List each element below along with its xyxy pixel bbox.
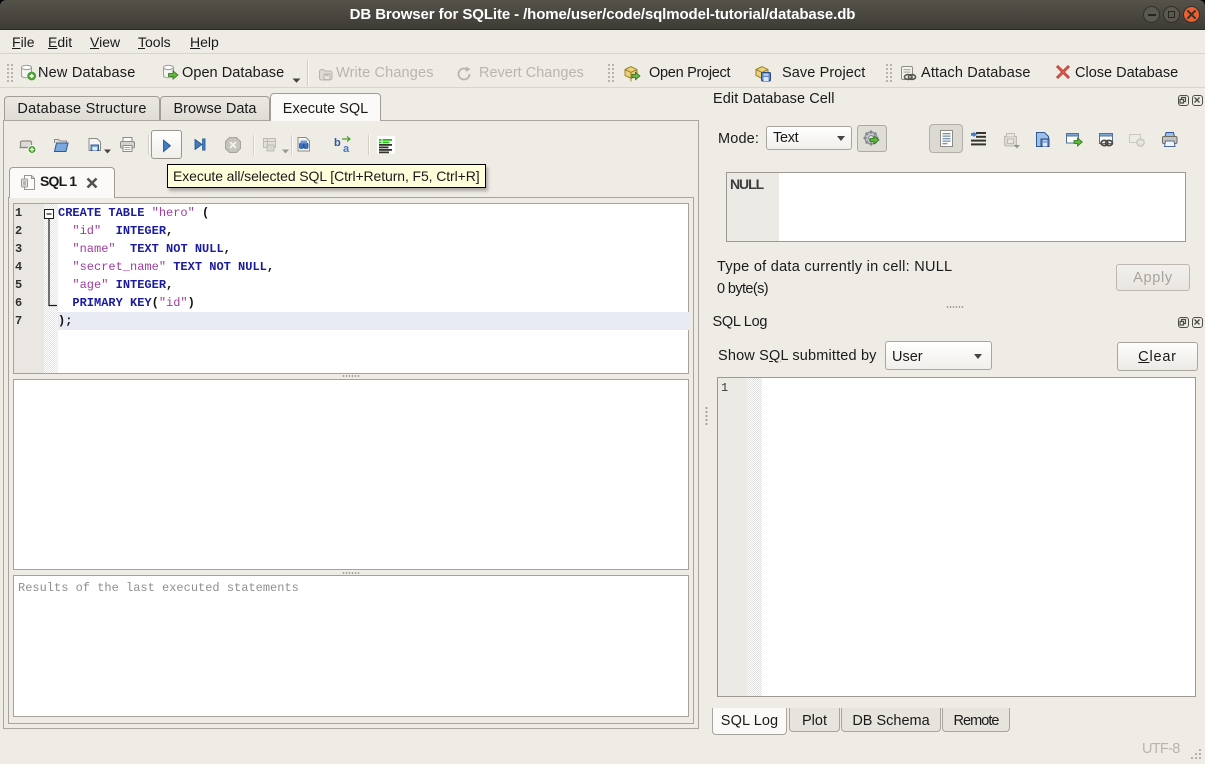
svg-text:a: a — [343, 143, 350, 154]
svg-text:b: b — [334, 137, 341, 149]
